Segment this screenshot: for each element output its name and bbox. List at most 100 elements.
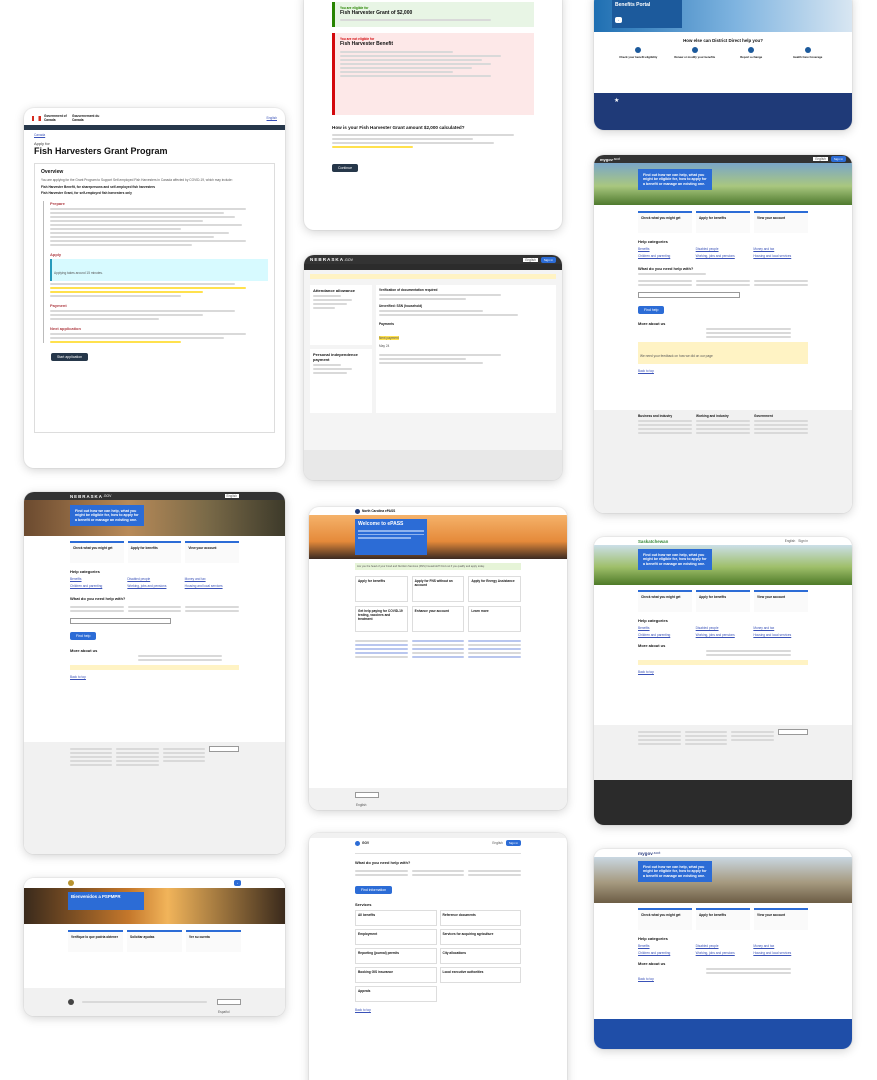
mygov2-tile-account[interactable]: View your account [754, 908, 808, 930]
epass-tile-energy[interactable]: Apply for Energy Assistance [468, 576, 521, 602]
epass-tile-learn[interactable]: Learn more [468, 606, 521, 632]
epass-tile-covid[interactable]: Get help paying for COVID-19 testing, va… [355, 606, 408, 632]
cat-disabled[interactable]: Disabled people [696, 247, 751, 251]
mygov2-back-to-top[interactable]: Back to top [638, 977, 808, 981]
back-to-top[interactable]: Back to top [638, 369, 808, 373]
gov-service-8[interactable]: Local executive authorities [439, 967, 521, 983]
bullet-grant: Fish Harvester Grant, for self-employed … [41, 191, 132, 195]
n2-feedback-bar[interactable] [70, 665, 239, 670]
pspmpr-signin[interactable]: › [234, 880, 241, 886]
n2-cat-children[interactable]: Children and parenting [70, 584, 124, 588]
gov-language[interactable]: English [492, 841, 502, 845]
sask-cat-money[interactable]: Money and tax [753, 626, 808, 630]
nebraska-landing-card: NEBRASKA .GOV English Find out how we ca… [24, 492, 285, 854]
mygov-signin[interactable]: Sign in [830, 156, 846, 162]
gov-service-7[interactable]: Booking GIS insurance [355, 967, 437, 983]
mygov-language[interactable]: English [813, 157, 828, 161]
nebraska2-language[interactable]: English [224, 494, 239, 498]
n2-back-to-top[interactable]: Back to top [70, 675, 239, 679]
feedback-bar[interactable]: We need your feedback on how we did on o… [638, 342, 808, 364]
mygov2-cat-children[interactable]: Children and parenting [638, 951, 693, 955]
feedback-text: We need your feedback on how we did on o… [640, 354, 713, 358]
pspmpr-tile-2[interactable]: Solicitar ayudas [127, 930, 182, 952]
portal-button[interactable]: › [615, 17, 622, 23]
sask-cat-working[interactable]: Working, jobs and pensions [696, 633, 751, 637]
mygov2-tile-check[interactable]: Check what you might get [638, 908, 692, 930]
gov-service-9[interactable]: Appeals [355, 986, 437, 1002]
start-application-button[interactable]: Start application [51, 353, 89, 361]
need-heading: What do you need help with? [638, 266, 694, 271]
epass-tile-fns[interactable]: Apply for FNS without an account [411, 576, 465, 602]
district-footer: ★ [594, 93, 852, 130]
epass-language[interactable]: English [355, 792, 379, 807]
pspmpr-tile-1[interactable]: Verifique lo que podría obtener [68, 930, 123, 952]
n2-tile-apply[interactable]: Apply for benefits [127, 541, 182, 563]
language-select[interactable]: English [523, 257, 538, 262]
language-toggle[interactable]: English [267, 116, 277, 120]
epass-tile-energy-label: Apply for Energy Assistance [471, 579, 515, 583]
n2-footer-language[interactable] [208, 746, 239, 752]
n2-tile-check[interactable]: Check what you might get [70, 541, 124, 563]
gov-service-3[interactable]: Employment [355, 929, 437, 945]
pspmpr-language[interactable]: Español [217, 999, 241, 1014]
n2-need-input[interactable] [70, 618, 172, 624]
n2-cat-disabled[interactable]: Disabled people [127, 577, 181, 581]
sask-cat-housing[interactable]: Housing and local services [753, 633, 808, 637]
sask-header: Saskatchewan English Sign in [594, 537, 852, 545]
tile-renew[interactable]: Renew or modify your benefits [667, 47, 724, 59]
mygov2-cat-working[interactable]: Working, jobs and pensions [696, 951, 751, 955]
tile-account[interactable]: View your account [754, 211, 808, 233]
gov-service-1[interactable]: All benefits [355, 910, 437, 926]
mygov2-cat-disabled[interactable]: Disabled people [696, 944, 751, 948]
tile-check[interactable]: Check what you might get [638, 211, 692, 233]
signin-button[interactable]: Sign in [540, 256, 556, 263]
n2-cat-money[interactable]: Money and tax [185, 577, 239, 581]
sask-tile-check[interactable]: Check what you might get [638, 590, 692, 612]
need-input[interactable] [638, 292, 740, 298]
sask-signin[interactable]: Sign in [798, 539, 808, 543]
n2-cat-benefits[interactable]: Benefits [70, 577, 124, 581]
n2-cat-housing[interactable]: Housing and local services [185, 584, 239, 588]
gov-signin[interactable]: Sign in [505, 840, 521, 846]
sask-cat-disabled[interactable]: Disabled people [696, 626, 751, 630]
sask-cat-benefits[interactable]: Benefits [638, 626, 693, 630]
continue-button[interactable]: Continue [332, 164, 359, 172]
tile-eligibility[interactable]: Check your benefit eligibility [610, 47, 667, 59]
mygov2-cat-benefits[interactable]: Benefits [638, 944, 693, 948]
cat-money[interactable]: Money and tax [753, 247, 808, 251]
gov-service-6[interactable]: City allocations [439, 948, 521, 964]
mygov2-cat-money[interactable]: Money and tax [753, 944, 808, 948]
n2-cat-working[interactable]: Working, jobs and pensions [127, 584, 181, 588]
mygov2-tile-apply[interactable]: Apply for benefits [696, 908, 750, 930]
sask-language[interactable]: English [785, 539, 795, 543]
cat-working[interactable]: Working, jobs and pensions [696, 254, 751, 258]
tile-apply[interactable]: Apply for benefits [696, 211, 750, 233]
cat-housing[interactable]: Housing and local services [753, 254, 808, 258]
tile-report[interactable]: Report a change [723, 47, 780, 59]
sask-cat-children[interactable]: Children and parenting [638, 633, 693, 637]
mygov2-header: mygov .scot [594, 849, 852, 857]
sask-back-to-top[interactable]: Back to top [638, 670, 808, 674]
gov-service-2[interactable]: Reference documents [439, 910, 521, 926]
epass-tile-apply[interactable]: Apply for benefits [355, 576, 408, 602]
pspmpr-tile-3[interactable]: Ver su cuenta [186, 930, 241, 952]
gov-service-4[interactable]: Services for acquiring agriculture [439, 929, 521, 945]
epass-tile-enhance[interactable]: Enhance your account [411, 606, 465, 632]
gov-service-5[interactable]: Reporting (journal) permits [355, 948, 437, 964]
cat-benefits[interactable]: Benefits [638, 247, 693, 251]
tile-health[interactable]: Health Care Coverage [780, 47, 837, 59]
calculation-question[interactable]: How is your Fish Harvester Grant amount … [332, 125, 534, 130]
sask-footer-language[interactable] [778, 729, 809, 735]
breadcrumb[interactable]: Canada [34, 133, 275, 137]
sask-tile-account[interactable]: View your account [754, 590, 808, 612]
sask-feedback-bar[interactable] [638, 660, 808, 665]
n2-tile-account[interactable]: View your account [185, 541, 240, 563]
find-help-button[interactable]: Find help [638, 306, 665, 314]
n2-find-help-button[interactable]: Find help [70, 632, 97, 640]
mygov2-cat-housing[interactable]: Housing and local services [753, 951, 808, 955]
gov-find-button[interactable]: Find information [355, 886, 393, 894]
time-note: Applying takes around 15 minutes. [50, 259, 268, 281]
sask-tile-apply[interactable]: Apply for benefits [696, 590, 750, 612]
gov-back-to-top[interactable]: Back to top [355, 1008, 521, 1012]
cat-children[interactable]: Children and parenting [638, 254, 693, 258]
